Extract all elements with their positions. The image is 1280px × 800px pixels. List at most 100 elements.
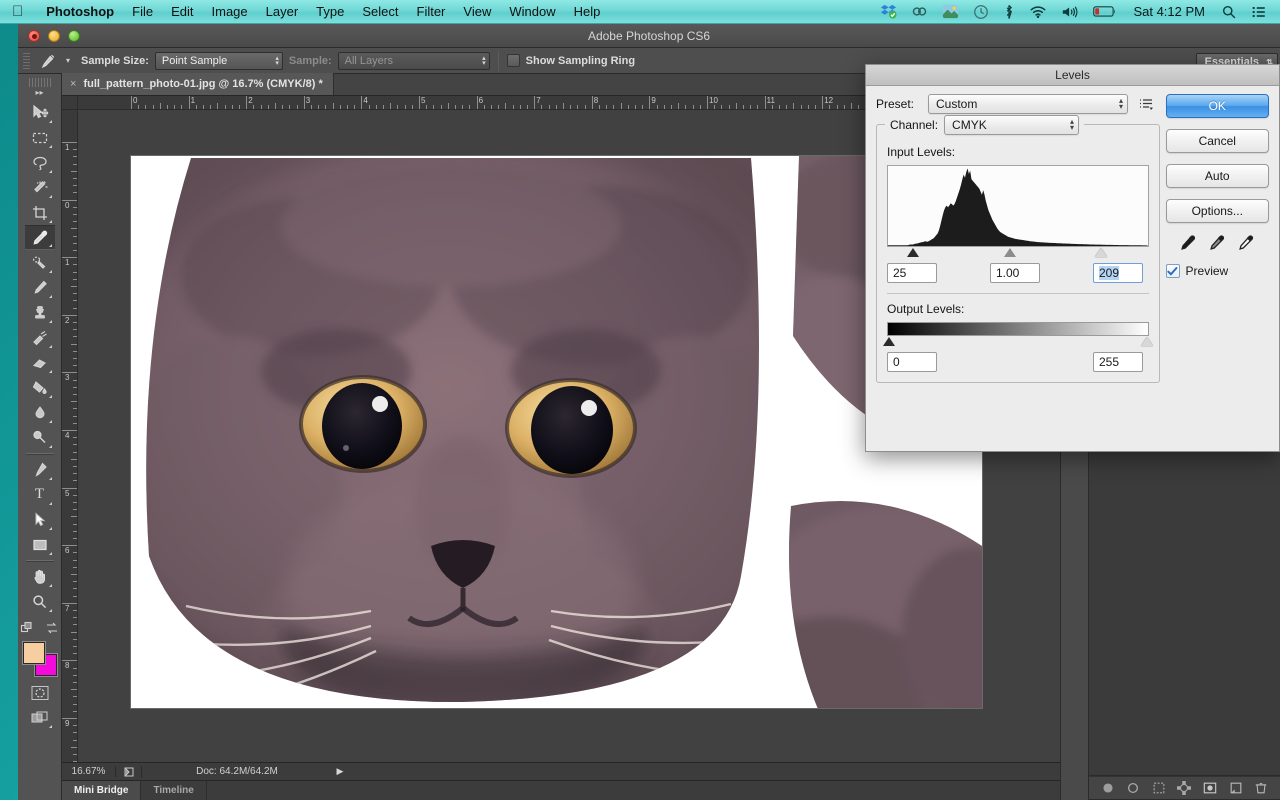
clone-stamp-tool[interactable] — [25, 300, 55, 325]
bluetooth-icon[interactable] — [996, 0, 1022, 24]
healing-brush-tool[interactable] — [25, 250, 55, 275]
marquee-tool[interactable] — [25, 125, 55, 150]
eyedropper-icon[interactable] — [35, 50, 61, 72]
options-button[interactable]: Options... — [1165, 199, 1269, 223]
output-black-field[interactable]: 0 — [887, 352, 937, 372]
output-white-handle[interactable] — [1140, 337, 1153, 346]
zoom-tool[interactable] — [25, 589, 55, 614]
menu-item-help[interactable]: Help — [565, 4, 610, 19]
auto-button[interactable]: Auto — [1165, 164, 1269, 188]
menu-item-edit[interactable]: Edit — [162, 4, 202, 19]
levels-dialog[interactable]: Levels Preset: Custom ▴ ▾ Channel: CMYK ▴ — [865, 64, 1280, 452]
delete-path-icon[interactable] — [1254, 781, 1268, 795]
input-gamma-field[interactable]: 1.00 — [990, 263, 1040, 283]
window-title-bar[interactable]: Adobe Photoshop CS6 — [18, 24, 1280, 48]
hand-tool[interactable] — [25, 564, 55, 589]
blur-tool[interactable] — [25, 400, 55, 425]
search-icon[interactable] — [1214, 0, 1244, 24]
minimize-button[interactable] — [48, 29, 60, 42]
document-thumb-icon[interactable] — [116, 765, 142, 778]
crop-tool[interactable] — [25, 200, 55, 225]
stroke-path-icon[interactable] — [1126, 781, 1140, 795]
rectangle-tool[interactable] — [25, 532, 55, 557]
app-icon[interactable] — [935, 0, 966, 24]
battery-icon[interactable] — [1086, 0, 1124, 24]
sample-select[interactable]: All Layers ▴ ▾ — [337, 51, 490, 70]
output-white-field[interactable]: 255 — [1093, 352, 1143, 372]
input-sliders[interactable] — [887, 248, 1149, 260]
close-button[interactable] — [28, 29, 40, 42]
gamma-slider-handle[interactable] — [1003, 248, 1016, 257]
menu-item-view[interactable]: View — [454, 4, 500, 19]
window-controls[interactable] — [18, 29, 80, 42]
menu-item-layer[interactable]: Layer — [257, 4, 308, 19]
highlight-slider-handle[interactable] — [1095, 248, 1108, 257]
fill-path-icon[interactable] — [1101, 781, 1115, 795]
creative-cloud-icon[interactable] — [904, 0, 935, 24]
time-machine-icon[interactable] — [966, 0, 996, 24]
color-swatches[interactable] — [22, 642, 57, 676]
close-icon[interactable]: × — [70, 78, 76, 90]
tab-timeline[interactable]: Timeline — [141, 781, 207, 800]
tool-preset-chevron-icon[interactable]: ▾ — [61, 56, 75, 65]
preview-checkbox[interactable]: Preview — [1165, 264, 1269, 278]
sample-size-select[interactable]: Point Sample ▴ ▾ — [154, 51, 283, 70]
shadow-slider-handle[interactable] — [907, 248, 920, 257]
toolbox-collapse-icon[interactable]: ▸▸ — [33, 89, 47, 97]
options-bar-gripper[interactable] — [22, 51, 31, 70]
menu-item-file[interactable]: File — [123, 4, 162, 19]
new-path-icon[interactable] — [1229, 781, 1243, 795]
path-selection-tool[interactable] — [25, 507, 55, 532]
set-white-point-icon[interactable] — [1236, 234, 1256, 254]
output-sliders[interactable] — [883, 337, 1153, 349]
make-work-path-icon[interactable] — [1177, 781, 1192, 795]
tab-mini-bridge[interactable]: Mini Bridge — [62, 781, 142, 800]
foreground-color-swatch[interactable] — [22, 642, 45, 664]
history-brush-tool[interactable] — [25, 325, 55, 350]
quick-mask-toggle[interactable] — [25, 680, 55, 705]
document-tab[interactable]: × full_pattern_photo-01.jpg @ 16.7% (CMY… — [62, 73, 334, 95]
zoom-button[interactable] — [68, 29, 80, 42]
type-tool[interactable]: T — [25, 482, 55, 507]
apple-icon[interactable]:  — [0, 4, 37, 19]
ok-button[interactable]: OK — [1165, 94, 1269, 118]
vertical-ruler[interactable]: 101234567891011 — [62, 110, 78, 762]
set-gray-point-icon[interactable] — [1207, 234, 1227, 254]
eraser-tool[interactable] — [25, 350, 55, 375]
cancel-button[interactable]: Cancel — [1165, 129, 1269, 153]
add-mask-icon[interactable] — [1203, 781, 1217, 795]
lasso-tool[interactable] — [25, 150, 55, 175]
menu-item-select[interactable]: Select — [353, 4, 407, 19]
paths-panel-body[interactable] — [1089, 447, 1280, 776]
menu-item-photoshop[interactable]: Photoshop — [37, 4, 123, 19]
output-black-handle[interactable] — [883, 337, 895, 346]
dropbox-icon[interactable] — [873, 0, 904, 24]
menu-bar-clock[interactable]: Sat 4:12 PM — [1124, 4, 1214, 19]
pen-tool[interactable] — [25, 457, 55, 482]
preset-select[interactable]: Custom ▴ ▾ — [928, 94, 1128, 114]
zoom-level[interactable]: 16.67% — [62, 766, 116, 777]
wifi-icon[interactable] — [1022, 0, 1054, 24]
move-tool[interactable] — [25, 100, 55, 125]
swap-colors-icon[interactable] — [44, 620, 60, 636]
artboard[interactable] — [131, 156, 982, 716]
channel-select[interactable]: CMYK ▴ ▾ — [944, 115, 1080, 135]
eyedropper-tool[interactable] — [24, 225, 55, 250]
menu-item-filter[interactable]: Filter — [408, 4, 455, 19]
magic-wand-tool[interactable] — [25, 175, 55, 200]
dodge-tool[interactable] — [25, 425, 55, 450]
list-icon[interactable] — [1244, 0, 1274, 24]
screen-mode-toggle[interactable] — [25, 705, 55, 730]
menu-item-image[interactable]: Image — [203, 4, 257, 19]
set-black-point-icon[interactable] — [1178, 234, 1198, 254]
show-sampling-ring-checkbox[interactable]: Show Sampling Ring — [506, 54, 641, 67]
brush-tool[interactable] — [25, 275, 55, 300]
gradient-tool[interactable] — [25, 375, 55, 400]
toolbox-gripper[interactable] — [28, 78, 51, 87]
input-shadow-field[interactable]: 25 — [887, 263, 937, 283]
load-selection-icon[interactable] — [1152, 781, 1166, 795]
volume-icon[interactable] — [1054, 0, 1086, 24]
edit-toolbar-icon[interactable] — [20, 620, 36, 636]
status-menu-arrow-icon[interactable]: ▶ — [332, 766, 348, 777]
menu-item-window[interactable]: Window — [500, 4, 564, 19]
